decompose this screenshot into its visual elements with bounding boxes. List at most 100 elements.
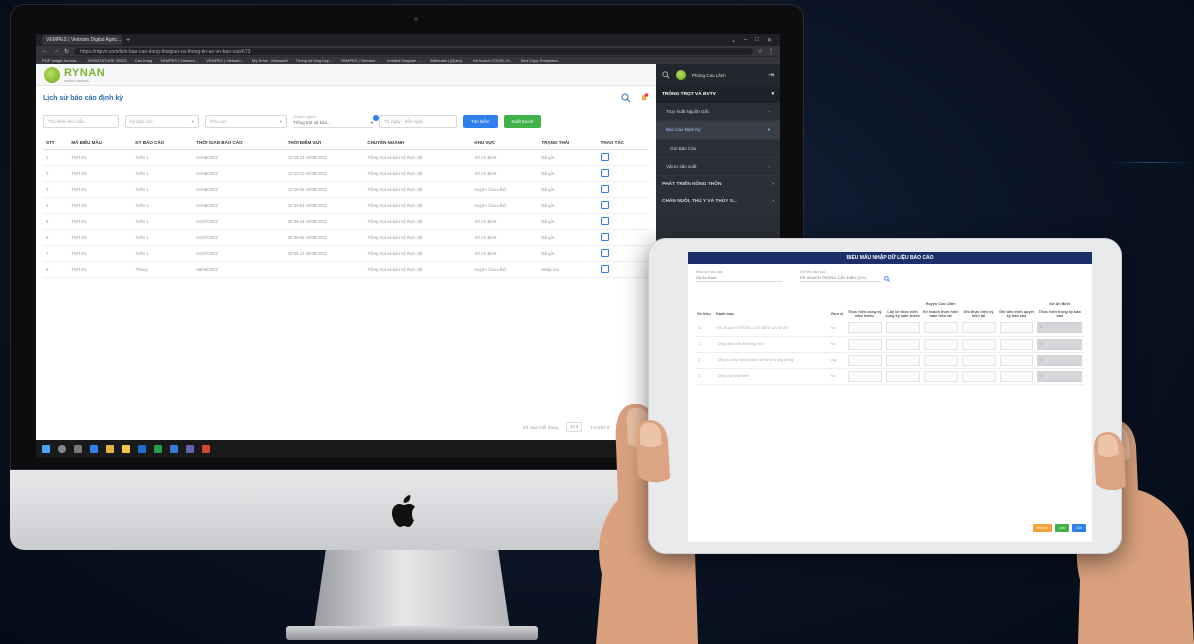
sidebar-item-vat-tu[interactable]: Vật tư sản xuất › (656, 158, 780, 176)
table-row[interactable]: 6 TNR-02 Tuần 1 01/07/2022 08:09:55 04/08/20… (43, 229, 649, 246)
value-input[interactable] (999, 338, 1034, 350)
outlook-icon[interactable] (138, 445, 146, 453)
menu-icon[interactable]: ⋮ (768, 48, 774, 55)
table-cell: TNR-01 (68, 261, 133, 278)
maximize-icon[interactable]: □ (755, 37, 759, 44)
logout-icon[interactable]: ⇥ (768, 71, 774, 79)
browser-tab[interactable]: VEMPES | Vietnam Digital Agric... (42, 35, 122, 45)
value-input[interactable] (923, 354, 958, 366)
table-row[interactable]: 1 TNR-01 Tuần 1 01/08/2022 10:18:23 04/08/20… (43, 149, 649, 166)
sidebar-section-chan-nuoi[interactable]: CHĂN NUÔI, THÚ Y VÀ THỦY S... › (656, 193, 780, 210)
back-icon[interactable]: ← (42, 48, 48, 54)
sidebar-item-gui-bao-cao[interactable]: Gửi Báo Cáo (656, 140, 780, 158)
export-excel-button[interactable]: Xuất Excel (503, 114, 542, 128)
url-input[interactable]: https://rdpvn.com/lich-bao-cao-dong-thoi… (74, 47, 753, 55)
sidebar-item-bao-cao-dinh-ky[interactable]: Báo Cáo Định Kỳ ▾ (656, 121, 780, 140)
value-input[interactable] (885, 354, 920, 366)
value-input[interactable] (885, 322, 920, 334)
powerpoint-icon[interactable] (202, 445, 210, 453)
view-detail-icon[interactable] (600, 265, 609, 273)
folder-icon[interactable] (122, 445, 130, 453)
word-icon[interactable] (170, 445, 178, 453)
bookmark-item[interactable]: VEMPES | Vietnam... (341, 58, 379, 63)
send-button[interactable]: Gửi (1072, 524, 1086, 532)
bookmark-item[interactable]: VEMPES | Vietnam... (160, 58, 198, 63)
bookmark-item[interactable]: VEMPES | Vietnam... (206, 58, 244, 63)
bookmark-item[interactable]: ASSISTATURE SEED (88, 58, 127, 63)
task-view-icon[interactable] (74, 445, 82, 453)
page-size-select[interactable]: 10 ▾ (565, 422, 583, 432)
cancel-button[interactable]: Hủy bỏ (1032, 524, 1052, 532)
industry-select[interactable]: Chuyên ngành Trồng trọt và bảo... ▾ (293, 114, 379, 128)
bookmark-item[interactable]: My Drive - Microsoft (252, 58, 288, 63)
bookmark-item[interactable]: Kế hoạch COVID-19... (473, 58, 513, 63)
value-input[interactable] (847, 322, 882, 334)
view-detail-icon[interactable] (600, 201, 609, 209)
value-input[interactable] (923, 338, 958, 350)
chevron-down-icon[interactable]: ⌄ (731, 37, 736, 44)
table-cell: cây (828, 352, 846, 369)
period-select[interactable]: Kỳ báo cáo ▾ (125, 114, 199, 128)
view-detail-icon[interactable] (600, 217, 609, 225)
windows-start-icon[interactable] (42, 445, 50, 453)
sidebar-item-truy-xuat[interactable]: Truy Xuất Nguồn Gốc › (656, 103, 780, 121)
bookmark-item[interactable]: POP Image Annota... (42, 58, 80, 63)
date-range-input[interactable]: Từ ngày - đến ngày (379, 114, 457, 128)
new-tab-icon[interactable]: + (126, 37, 130, 44)
value-input[interactable] (923, 370, 958, 382)
value-input[interactable] (923, 322, 958, 334)
value-input[interactable] (999, 370, 1034, 382)
teams-icon[interactable] (186, 445, 194, 453)
excel-icon[interactable] (154, 445, 162, 453)
search-icon[interactable] (884, 276, 890, 282)
value-input[interactable] (847, 338, 882, 350)
sidebar-section-trong-trot[interactable]: TRỒNG TRỌT VÀ BVTV ▾ (656, 86, 780, 103)
forward-icon[interactable]: → (53, 48, 59, 54)
value-input[interactable] (847, 354, 882, 366)
view-detail-icon[interactable] (600, 249, 609, 257)
view-detail-icon[interactable] (600, 153, 609, 161)
bookmark-item[interactable]: Attributes | jQuery... (430, 58, 465, 63)
value-input[interactable] (999, 354, 1034, 366)
value-input[interactable] (961, 354, 996, 366)
star-icon[interactable]: ☆ (758, 48, 763, 55)
avatar[interactable] (676, 70, 686, 80)
table-row[interactable]: 3 TNR-01 Tuần 1 01/08/2022 10:26:05 04/08/20… (43, 181, 649, 198)
edge-icon[interactable] (90, 445, 98, 453)
reload-icon[interactable]: ↻ (64, 48, 69, 55)
table-row[interactable]: 5 TNR-01 Tuần 1 01/07/2022 08:09:44 04/08/20… (43, 213, 649, 230)
view-detail-icon[interactable] (600, 185, 609, 193)
search-button[interactable]: Tìm kiếm (463, 114, 498, 128)
value-input[interactable] (961, 370, 996, 382)
table-row[interactable]: 2 TNR-02 Tuần 1 01/08/2022 10:22:10 04/08/20… (43, 165, 649, 182)
view-detail-icon[interactable] (600, 233, 609, 241)
value-input[interactable] (885, 370, 920, 382)
bookmark-item[interactable]: Thống kê tổng hợp... (296, 58, 333, 63)
table-row[interactable]: 4 TNR-02 Tuần 2 01/08/2022 10:30:54 04/08/20… (43, 197, 649, 214)
search-icon[interactable] (58, 445, 66, 453)
region-field[interactable]: Khu vực báo cáo Sở An Bình (696, 270, 782, 282)
rynan-logo[interactable]: RYNAN SMART FARMING (44, 66, 105, 83)
search-icon[interactable] (621, 93, 631, 103)
bookmark-item[interactable]: Untitled Diagram -... (387, 58, 423, 63)
save-button[interactable]: Lưu (1054, 524, 1070, 532)
value-input[interactable] (885, 338, 920, 350)
table-row[interactable]: 8 TNR-01 Tháng 08/08/2022 Trồng trọt và bảo … (43, 261, 649, 278)
region-select[interactable]: Khu vực ▾ (205, 114, 287, 128)
indicator-field[interactable]: Chỉ tiêu báo cáo KẾ HOẠCH TRỒNG CÂY ĐIỀU… (800, 270, 890, 282)
value-input[interactable] (847, 370, 882, 382)
value-input[interactable] (961, 322, 996, 334)
table-row[interactable]: 7 TNR-01 Tuần 1 01/07/2022 09:05:41 05/08/20… (43, 245, 649, 262)
template-search-input[interactable]: Tìm kiếm tên mẫu... (43, 114, 119, 128)
search-icon[interactable] (662, 71, 670, 79)
minimize-icon[interactable]: – (744, 37, 747, 44)
bell-icon[interactable] (639, 93, 649, 103)
close-icon[interactable]: ✕ (767, 37, 772, 44)
view-detail-icon[interactable] (600, 169, 609, 177)
value-input[interactable] (961, 338, 996, 350)
value-input[interactable] (999, 322, 1034, 334)
chrome-icon[interactable] (106, 445, 114, 453)
sidebar-section-phat-trien[interactable]: PHÁT TRIỂN NÔNG THÔN › (656, 176, 780, 193)
bookmark-item[interactable]: Cao trung (135, 58, 153, 63)
bookmark-item[interactable]: Bird Copy Templates... (521, 58, 561, 63)
